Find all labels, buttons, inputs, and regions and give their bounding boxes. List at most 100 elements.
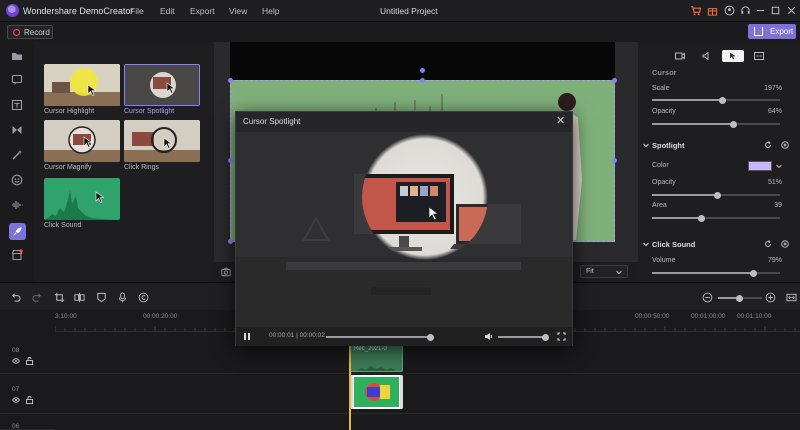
support-icon[interactable] <box>740 5 751 16</box>
video-clip[interactable] <box>350 375 403 409</box>
dialog-seek-knob[interactable] <box>427 333 434 341</box>
cart-icon[interactable] <box>690 5 701 16</box>
spotlight-color-swatch[interactable] <box>748 161 772 171</box>
dialog-volume-knob[interactable] <box>542 333 549 341</box>
lock-icon[interactable] <box>26 396 33 404</box>
color-dropdown-chevron-icon[interactable] <box>776 164 782 169</box>
zoom-in-icon[interactable] <box>765 292 776 303</box>
dialog-seek-bar[interactable] <box>326 333 434 341</box>
export-button[interactable]: Export <box>748 24 796 39</box>
dialog-volume-fill <box>498 336 546 338</box>
transition-icon[interactable] <box>11 124 23 136</box>
left-sidebar <box>0 42 34 282</box>
volume-icon[interactable] <box>484 332 493 341</box>
tab-cursor[interactable] <box>722 50 744 62</box>
cursor-effects-tab[interactable] <box>9 223 26 240</box>
close-icon[interactable] <box>786 5 797 16</box>
audio-icon[interactable] <box>11 199 23 211</box>
opacity-slider[interactable] <box>652 120 780 128</box>
track-row-07[interactable] <box>55 374 800 414</box>
tab-caption[interactable] <box>748 50 770 62</box>
split-icon[interactable] <box>74 292 85 303</box>
minimize-icon[interactable] <box>755 5 766 16</box>
effect-label-click-sound: Click Sound <box>44 222 82 229</box>
scale-slider-knob[interactable] <box>718 96 726 104</box>
spotlight-opacity-slider-knob[interactable] <box>713 191 721 199</box>
record-button[interactable]: Record <box>7 25 53 39</box>
eye-icon[interactable] <box>12 358 20 364</box>
spotlight-close-icon[interactable] <box>781 141 789 149</box>
resize-handle-bottom-left[interactable] <box>228 239 233 244</box>
timeline-zoom-slider[interactable] <box>718 294 762 302</box>
volume-slider-knob[interactable] <box>749 269 757 277</box>
section-spotlight[interactable]: Spotlight <box>652 141 685 150</box>
fullscreen-icon[interactable] <box>557 332 566 341</box>
ruler-label: 00:01:10:00 <box>737 313 772 320</box>
account-icon[interactable] <box>724 5 735 16</box>
dialog-title: Cursor Spotlight <box>243 117 301 126</box>
scale-slider-fill <box>652 99 723 101</box>
lock-icon[interactable] <box>26 357 33 365</box>
effect-thumb-click-sound[interactable] <box>44 178 120 220</box>
title-bar: Wondershare DemoCreator File Edit Export… <box>0 0 800 22</box>
area-slider[interactable] <box>652 214 780 222</box>
tab-video[interactable] <box>669 50 691 62</box>
snapshot-camera-icon[interactable] <box>221 267 231 277</box>
resize-handle-right[interactable] <box>612 158 617 163</box>
section-click-sound[interactable]: Click Sound <box>652 240 695 249</box>
menu-file[interactable]: File <box>130 6 144 16</box>
clicksound-close-icon[interactable] <box>781 240 789 248</box>
zoom-out-icon[interactable] <box>702 292 713 303</box>
section-cursor[interactable]: Cursor <box>652 68 677 77</box>
sticker-icon[interactable] <box>11 174 23 186</box>
resize-handle-top[interactable] <box>420 78 425 83</box>
area-slider-knob[interactable] <box>698 214 706 222</box>
opacity-slider-knob[interactable] <box>730 120 738 128</box>
volume-slider[interactable] <box>652 269 780 277</box>
copyright-icon[interactable] <box>138 292 149 303</box>
folder-icon[interactable] <box>11 50 23 62</box>
dialog-volume-slider[interactable] <box>498 333 549 341</box>
redo-icon[interactable] <box>32 292 43 303</box>
gift-icon[interactable] <box>707 5 718 16</box>
rotate-handle[interactable] <box>420 68 425 73</box>
undo-icon[interactable] <box>10 292 21 303</box>
effect-thumb-click-rings[interactable] <box>124 120 200 162</box>
property-tabs <box>638 50 800 64</box>
effect-thumb-cursor-spotlight[interactable] <box>124 64 200 106</box>
menu-help[interactable]: Help <box>262 6 279 16</box>
resize-handle-left[interactable] <box>228 158 233 163</box>
spotlight-opacity-slider[interactable] <box>652 191 780 199</box>
menu-edit[interactable]: Edit <box>160 6 175 16</box>
marker-icon[interactable] <box>96 292 107 303</box>
zoom-fit-select[interactable]: Fit <box>580 265 628 278</box>
crop-icon[interactable] <box>54 292 65 303</box>
tab-audio[interactable] <box>696 50 718 62</box>
eye-icon[interactable] <box>12 397 20 403</box>
clicksound-reset-icon[interactable] <box>764 240 772 248</box>
audio-clip[interactable]: Rec_2021-0 <box>350 344 403 372</box>
scale-slider[interactable] <box>652 96 780 104</box>
effect-thumb-cursor-magnify[interactable] <box>44 120 120 162</box>
maximize-icon[interactable] <box>770 5 781 16</box>
fit-timeline-icon[interactable] <box>786 292 797 303</box>
dialog-close-icon[interactable]: ✕ <box>556 114 565 127</box>
timeline-zoom-knob[interactable] <box>736 294 743 302</box>
menu-view[interactable]: View <box>229 6 247 16</box>
spotlight-reset-icon[interactable] <box>764 141 772 149</box>
effects-panel: Cursor Highlight Cursor Spotlight Cursor… <box>34 42 214 282</box>
effects-wand-icon[interactable] <box>11 149 23 161</box>
store-icon[interactable] <box>11 249 23 261</box>
track-number: 08 <box>12 347 20 354</box>
menu-export[interactable]: Export <box>190 6 215 16</box>
cursor-magnify-preview <box>44 120 120 162</box>
pause-icon[interactable] <box>243 332 251 341</box>
caption-icon[interactable] <box>11 99 23 111</box>
resize-handle-top-left[interactable] <box>228 78 233 83</box>
resize-handle-top-right[interactable] <box>612 78 617 83</box>
clicksound-collapse-chevron-icon[interactable] <box>643 242 649 247</box>
microphone-icon[interactable] <box>117 292 128 303</box>
effect-thumb-cursor-highlight[interactable] <box>44 64 120 106</box>
annotation-icon[interactable] <box>11 74 23 86</box>
spotlight-collapse-chevron-icon[interactable] <box>643 143 649 148</box>
